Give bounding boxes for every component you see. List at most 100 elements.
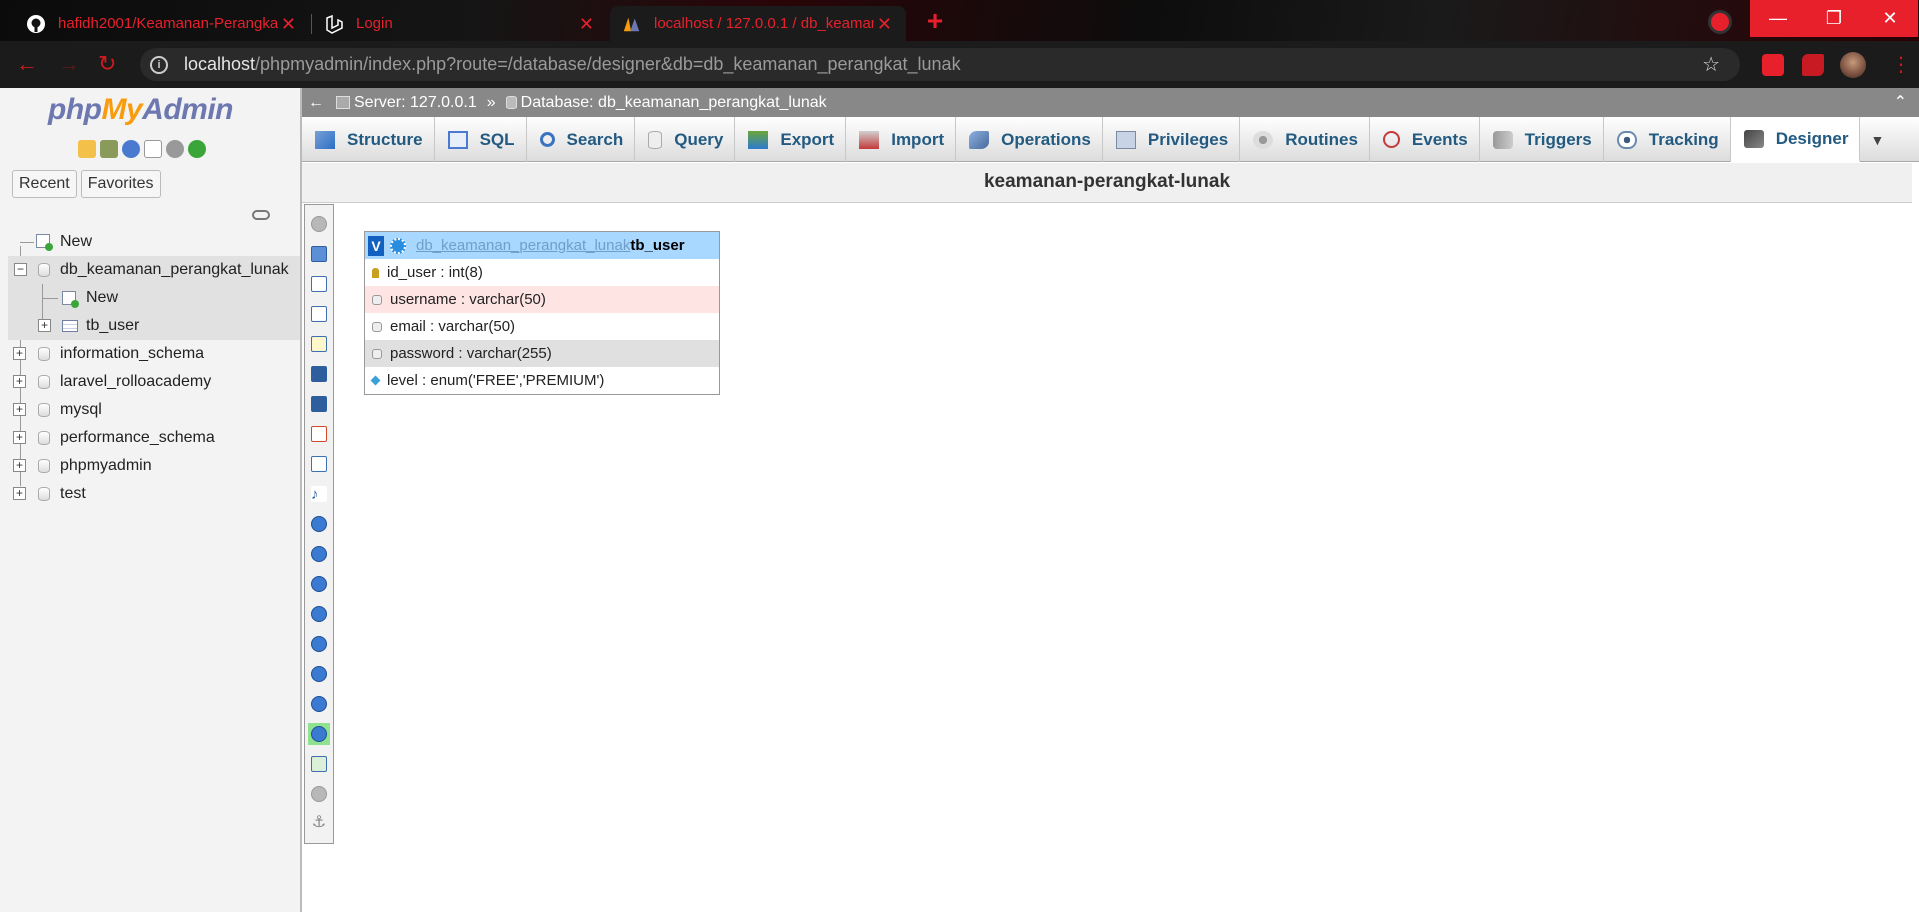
delete-page-icon[interactable] (308, 423, 330, 445)
expand-icon[interactable]: + (13, 487, 26, 500)
minimize-button[interactable]: — (1750, 0, 1806, 37)
browser-tab-github[interactable]: hafidh2001/Keamanan-Perangkat ✕ (14, 6, 310, 41)
toggle-small-big-icon[interactable] (308, 693, 330, 715)
edit-page-icon[interactable] (308, 333, 330, 355)
arrow-left-icon[interactable]: ← (308, 94, 326, 112)
reload-icon[interactable]: ↻ (98, 53, 116, 75)
tab-triggers[interactable]: Triggers (1480, 117, 1604, 162)
expand-icon[interactable]: + (13, 375, 26, 388)
tab-import[interactable]: Import (846, 117, 957, 162)
table-column-row[interactable]: password : varchar(255) (365, 340, 719, 367)
home-icon[interactable] (78, 140, 96, 158)
puzzle-icon[interactable] (1802, 54, 1824, 76)
pin-text-icon[interactable]: ⚓ (308, 811, 330, 833)
restore-button[interactable]: ❐ (1806, 0, 1862, 37)
table-column-row[interactable]: id_user : int(8) (365, 259, 719, 286)
close-icon[interactable]: ✕ (281, 14, 296, 35)
extension-icon[interactable] (1708, 10, 1732, 34)
laravel-icon (324, 14, 344, 34)
chevron-down-icon[interactable]: ▼ (1860, 117, 1894, 162)
collapse-icon[interactable]: ⌃ (1894, 92, 1907, 112)
move-menu-icon[interactable] (308, 783, 330, 805)
help-icon[interactable] (122, 140, 140, 158)
tree-db-item[interactable]: + phpmyadmin (0, 452, 300, 480)
new-tab-button[interactable]: + (921, 7, 949, 36)
link-icon[interactable] (252, 210, 270, 220)
add-table-icon[interactable] (308, 453, 330, 475)
extension-icon[interactable] (1762, 54, 1784, 76)
gear-icon[interactable] (390, 237, 406, 254)
back-icon[interactable]: ← (16, 53, 38, 75)
tab-search[interactable]: Search (527, 117, 636, 162)
tab-events[interactable]: Events (1370, 117, 1480, 162)
forward-icon[interactable]: → (58, 53, 80, 75)
relation-icon[interactable]: ♪ (308, 483, 330, 505)
close-icon[interactable]: ✕ (579, 14, 594, 35)
fullscreen-icon[interactable] (308, 243, 330, 265)
table-column-row[interactable]: email : varchar(50) (365, 313, 719, 340)
gear-icon[interactable] (166, 140, 184, 158)
reload-icon[interactable] (188, 140, 206, 158)
tree-db-item[interactable]: + information_schema (0, 340, 300, 368)
new-page-icon[interactable] (308, 273, 330, 295)
query-icon (648, 130, 663, 149)
favorites-button[interactable]: Favorites (80, 170, 161, 198)
menu-icon[interactable]: ⋮ (1891, 52, 1911, 77)
tab-query[interactable]: Query (635, 117, 736, 162)
tree-db-item[interactable]: + test (0, 480, 300, 508)
url-field[interactable]: i localhost/phpmyadmin/index.php?route=/… (140, 48, 1740, 81)
tree-new-database[interactable]: New (0, 228, 300, 256)
tree-db-item[interactable]: + performance_schema (0, 424, 300, 452)
info-icon[interactable]: i (150, 55, 168, 74)
browser-tab-phpmyadmin[interactable]: localhost / 127.0.0.1 / db_keaman ✕ (610, 6, 906, 41)
breadcrumb-database[interactable]: Database: db_keamanan_perangkat_lunak (521, 94, 827, 112)
toggle-columns-button[interactable]: V (368, 235, 384, 256)
expand-icon[interactable]: + (13, 431, 26, 444)
small-big-icon[interactable] (308, 663, 330, 685)
phpmyadmin-logo[interactable]: phpMyAdmin (48, 93, 233, 127)
tree-db-item[interactable]: + laravel_rolloacademy (0, 368, 300, 396)
exit-icon[interactable] (100, 140, 118, 158)
expand-icon[interactable]: + (13, 403, 26, 416)
table-column-row[interactable]: level : enum('FREE','PREMIUM') (365, 367, 719, 394)
tab-designer[interactable]: Designer (1730, 117, 1861, 162)
tab-routines[interactable]: Routines (1240, 117, 1370, 162)
docs-icon[interactable] (144, 140, 162, 158)
expand-icon[interactable]: + (13, 459, 26, 472)
tree-db-current[interactable]: − db_keamanan_perangkat_lunak (8, 256, 300, 284)
toggle-relation-lines-icon[interactable] (308, 723, 330, 745)
tree-db-new-table[interactable]: New (8, 284, 300, 312)
table-column-row[interactable]: username : varchar(50) (365, 286, 719, 313)
refresh-icon[interactable] (308, 543, 330, 565)
table-box-header[interactable]: V db_keamanan_perangkat_lunak tb_user (365, 232, 719, 259)
tab-sql[interactable]: SQL (435, 117, 527, 162)
browser-tab-login[interactable]: Login ✕ (312, 6, 608, 41)
tab-export[interactable]: Export (735, 117, 847, 162)
collapse-icon[interactable]: − (14, 263, 27, 276)
export-schema-icon[interactable] (308, 753, 330, 775)
expand-icon[interactable]: + (13, 347, 26, 360)
close-icon[interactable]: ✕ (877, 14, 892, 35)
tab-privileges[interactable]: Privileges (1103, 117, 1241, 162)
tab-tracking[interactable]: Tracking (1604, 117, 1731, 162)
help-icon[interactable] (308, 573, 330, 595)
designer-table-box[interactable]: V db_keamanan_perangkat_lunak tb_user id… (364, 231, 720, 395)
show-hide-menu-icon[interactable] (308, 213, 330, 235)
expand-icon[interactable]: + (38, 319, 51, 332)
tree-db-item[interactable]: + mysql (0, 396, 300, 424)
breadcrumb-server[interactable]: Server: 127.0.0.1 (354, 94, 477, 112)
new-icon (36, 234, 53, 251)
avatar[interactable] (1840, 52, 1866, 78)
close-window-button[interactable]: ✕ (1862, 0, 1918, 37)
open-page-icon[interactable] (308, 303, 330, 325)
recent-button[interactable]: Recent (12, 170, 77, 198)
save-as-icon[interactable] (308, 393, 330, 415)
tab-operations[interactable]: Operations (956, 117, 1103, 162)
tree-table-tb-user[interactable]: + tb_user (8, 312, 300, 340)
save-icon[interactable] (308, 363, 330, 385)
bookmark-star-icon[interactable]: ☆ (1702, 52, 1720, 77)
grid-icon[interactable] (308, 633, 330, 655)
tab-structure[interactable]: Structure (302, 117, 435, 162)
angular-links-icon[interactable] (308, 603, 330, 625)
reload-icon[interactable] (308, 513, 330, 535)
